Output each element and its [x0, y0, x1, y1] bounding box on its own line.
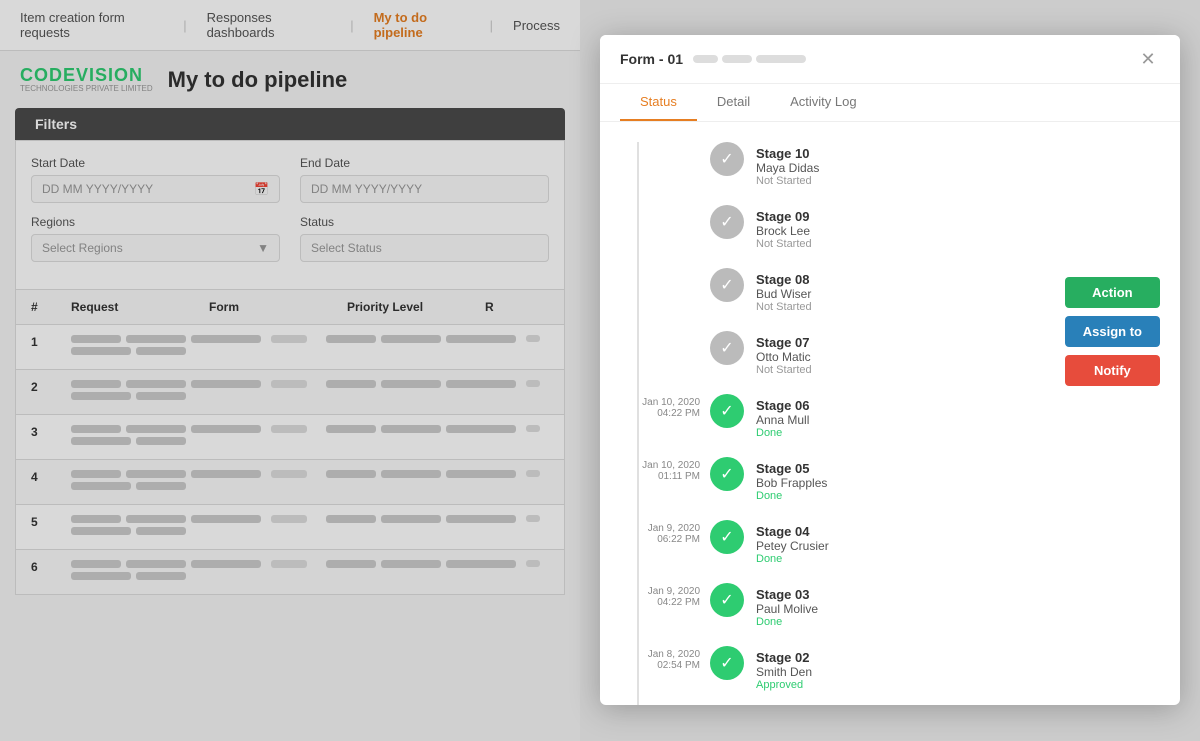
modal-title: Form - 01 — [620, 51, 683, 67]
tl-date — [620, 205, 710, 208]
tl-stage: Stage 10 — [756, 146, 819, 161]
tl-content: Stage 09 Brock Lee Not Started — [756, 205, 812, 250]
timeline-item: Jan 10, 202004:22 PM ✓ Stage 06 Anna Mul… — [620, 394, 1160, 439]
tl-person: Bob Frapples — [756, 476, 827, 490]
tl-date — [620, 268, 710, 271]
progress-dot-3 — [756, 55, 806, 63]
tl-person: Brock Lee — [756, 224, 812, 238]
tl-date: Jan 9, 202004:22 PM — [620, 583, 710, 608]
tl-content: Stage 02 Smith Den Approved — [756, 646, 812, 691]
timeline-item: ✓ Stage 09 Brock Lee Not Started — [620, 205, 1160, 250]
tl-date-line1: Jan 9, 2020 — [620, 586, 700, 597]
tl-person: Paul Molive — [756, 602, 818, 616]
tl-stage: Stage 02 — [756, 650, 812, 665]
tl-status: Done — [756, 553, 829, 565]
modal-panel: Form - 01 ✕ Status Detail Activity Log ✓… — [600, 35, 1180, 705]
tl-date-line1: Jan 10, 2020 — [620, 397, 700, 408]
tl-content: Stage 07 Otto Matic Not Started — [756, 331, 812, 376]
tl-date: Jan 10, 202001:11 PM — [620, 457, 710, 482]
tl-icon: ✓ — [710, 457, 744, 491]
tl-status: Done — [756, 427, 809, 439]
tl-stage: Stage 03 — [756, 587, 818, 602]
tl-status: Not Started — [756, 175, 819, 187]
tl-content: Stage 08 Bud Wiser Not Started — [756, 268, 812, 313]
tl-icon: ✓ — [710, 268, 744, 302]
tl-date-line1: Jan 9, 2020 — [620, 523, 700, 534]
tl-content: Stage 06 Anna Mull Done — [756, 394, 809, 439]
tl-date-line2: 01:11 PM — [620, 471, 700, 482]
progress-dot-1 — [693, 55, 718, 63]
tl-icon: ✓ — [710, 646, 744, 680]
progress-dot-2 — [722, 55, 752, 63]
timeline-item: ✓ Stage 08 Bud Wiser Not Started — [620, 268, 1160, 313]
modal-tabs: Status Detail Activity Log — [600, 84, 1180, 122]
tl-content: Stage 04 Petey Crusier Done — [756, 520, 829, 565]
tl-stage: Stage 08 — [756, 272, 812, 287]
tl-stage: Stage 06 — [756, 398, 809, 413]
timeline-item: Jan 8, 202002:54 PM ✓ Stage 02 Smith Den… — [620, 646, 1160, 691]
tl-date: Jan 10, 202004:22 PM — [620, 394, 710, 419]
modal-body: ✓ Stage 10 Maya Didas Not Started ✓ Stag… — [600, 122, 1180, 705]
tl-icon: ✓ — [710, 520, 744, 554]
tab-detail[interactable]: Detail — [697, 84, 770, 121]
tl-status: Not Started — [756, 238, 812, 250]
tl-stage: Stage 04 — [756, 524, 829, 539]
tab-activity-log[interactable]: Activity Log — [770, 84, 876, 121]
tl-date — [620, 331, 710, 334]
tl-person: Anna Mull — [756, 413, 809, 427]
timeline-item: ✓ Stage 07 Otto Matic Not Started — [620, 331, 1160, 376]
tl-date-line1: Jan 10, 2020 — [620, 460, 700, 471]
tl-content: Stage 03 Paul Molive Done — [756, 583, 818, 628]
modal-title-area: Form - 01 — [620, 51, 806, 67]
tl-date-line2: 02:54 PM — [620, 660, 700, 671]
tl-date-line2: 06:22 PM — [620, 534, 700, 545]
tl-date: Jan 9, 202006:22 PM — [620, 520, 710, 545]
timeline-item: ✓ Stage 10 Maya Didas Not Started — [620, 142, 1160, 187]
tl-stage: Stage 05 — [756, 461, 827, 476]
timeline-item: Jan 9, 202006:22 PM ✓ Stage 04 Petey Cru… — [620, 520, 1160, 565]
tl-icon: ✓ — [710, 142, 744, 176]
tl-icon: ✓ — [710, 205, 744, 239]
tl-date-line2: 04:22 PM — [620, 408, 700, 419]
tl-stage: Stage 07 — [756, 335, 812, 350]
tl-icon: ✓ — [710, 583, 744, 617]
modal-header: Form - 01 ✕ — [600, 35, 1180, 84]
tl-person: Petey Crusier — [756, 539, 829, 553]
tl-date — [620, 142, 710, 145]
timeline-item: Jan 10, 202001:11 PM ✓ Stage 05 Bob Frap… — [620, 457, 1160, 502]
tl-person: Bud Wiser — [756, 287, 812, 301]
tl-status: Not Started — [756, 364, 812, 376]
progress-dots — [693, 55, 806, 63]
timeline: ✓ Stage 10 Maya Didas Not Started ✓ Stag… — [620, 142, 1160, 705]
tl-person: Maya Didas — [756, 161, 819, 175]
tl-date-line1: Jan 8, 2020 — [620, 649, 700, 660]
timeline-item: Jan 9, 202004:22 PM ✓ Stage 03 Paul Moli… — [620, 583, 1160, 628]
tl-person: Otto Matic — [756, 350, 812, 364]
tl-icon: ✓ — [710, 394, 744, 428]
tl-stage: Stage 09 — [756, 209, 812, 224]
close-button[interactable]: ✕ — [1136, 47, 1160, 71]
tl-person: Smith Den — [756, 665, 812, 679]
tl-status: Approved — [756, 679, 812, 691]
tl-date: Jan 8, 202002:54 PM — [620, 646, 710, 671]
tl-content: Stage 10 Maya Didas Not Started — [756, 142, 819, 187]
tl-content: Stage 05 Bob Frapples Done — [756, 457, 827, 502]
tl-status: Not Started — [756, 301, 812, 313]
tl-status: Done — [756, 616, 818, 628]
tl-status: Done — [756, 490, 827, 502]
tl-icon: ✓ — [710, 331, 744, 365]
tl-date-line2: 04:22 PM — [620, 597, 700, 608]
tab-status[interactable]: Status — [620, 84, 697, 121]
